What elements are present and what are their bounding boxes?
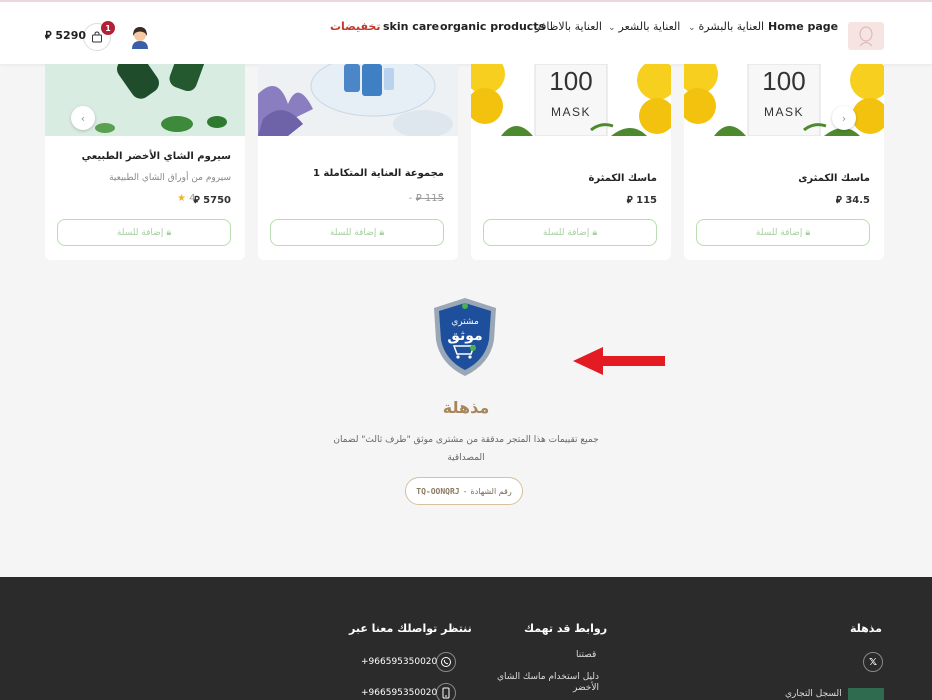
mask-number-text: 100 [549, 66, 592, 96]
footer-links-heading: روابط قد تهمك [524, 622, 608, 635]
currency-icon: ⃁ [835, 195, 842, 206]
whatsapp-icon[interactable] [436, 652, 456, 672]
product-price: 34.5 ⃁ [836, 193, 870, 206]
footer-contact-heading: ننتظر تواصلك معنا عبر [349, 622, 472, 635]
cart-total-value: 5290 [55, 29, 87, 42]
add-to-cart-button[interactable]: 🔒︎ إضافة للسلة [57, 219, 231, 246]
add-to-cart-button[interactable]: 🔒︎ إضافة للسلة [696, 219, 870, 246]
product-description: سيروم من أوراق الشاي الطبيعية [109, 173, 231, 183]
product-name[interactable]: مجموعة العناية المتكاملة 1 [313, 168, 444, 179]
pointer-arrow-icon [573, 347, 667, 375]
nav-organic-products[interactable]: organic products [440, 20, 545, 33]
product-price: 5750 ⃁ [194, 193, 231, 206]
price-separator: - [408, 193, 413, 204]
x-twitter-icon[interactable]: 𝕏 [863, 652, 883, 672]
lock-icon: 🔒︎ [592, 227, 598, 238]
currency-icon: ⃁ [45, 29, 52, 42]
certificate-pill[interactable]: رقم الشهادة - TQ-OONQRJ [405, 477, 523, 505]
user-avatar-icon[interactable] [127, 24, 153, 50]
nav-skin-care-label: العناية بالبشرة [698, 20, 765, 33]
footer-link-usage-guide[interactable]: دليل استخدام ماسك الشاي الأخضر [479, 672, 599, 694]
currency-icon: ⃁ [415, 193, 422, 204]
badge-line1-text: مشتري [451, 317, 479, 327]
product-name[interactable]: ماسك الكمثرة [589, 173, 657, 184]
product-card[interactable]: مجموعة العناية المتكاملة 1 115 ⃁ - 🔒︎ إض… [258, 64, 458, 260]
product-image[interactable]: 100 MASK [684, 64, 884, 136]
product-image[interactable]: 100 MASK [471, 64, 671, 136]
product-rating: ★ 4 [177, 193, 196, 204]
slider-next-arrow-icon[interactable]: › [832, 106, 856, 130]
mobile-phone-icon[interactable] [436, 683, 456, 700]
commercial-register-label: السجل التجاري [785, 689, 842, 699]
add-to-cart-label: إضافة للسلة [329, 227, 377, 238]
old-price: 115 ⃁ [416, 193, 444, 204]
chevron-down-icon: ⌄ [688, 23, 696, 33]
nav-home[interactable]: Home page [768, 20, 838, 33]
trust-description: جميع تقييمات هذا المتجر مدققة من مشترى م… [333, 435, 599, 463]
store-logo[interactable] [848, 22, 884, 50]
product-price: 115 ⃁ [627, 193, 657, 206]
add-to-cart-label: إضافة للسلة [542, 227, 590, 238]
certificate-code: TQ-OONQRJ [416, 486, 460, 496]
currency-icon: ⃁ [626, 195, 633, 206]
nav-skin-care[interactable]: العناية بالبشرة⌄ [688, 20, 764, 33]
star-icon: ★ [177, 193, 186, 204]
product-name[interactable]: سيروم الشاي الأخضر الطبيعي [82, 151, 231, 162]
old-price-value: 115 [424, 193, 444, 204]
commercial-register-logo [848, 688, 884, 700]
add-to-cart-label: إضافة للسلة [116, 227, 164, 238]
nav-hair-care[interactable]: العناية بالشعر⌄ [608, 20, 680, 33]
rating-value: 4 [189, 193, 196, 204]
site-footer: مذهلة 𝕏 السجل التجاري روابط قد تهمك قصتن… [0, 577, 932, 700]
add-to-cart-button[interactable]: 🔒︎ إضافة للسلة [483, 219, 657, 246]
product-card[interactable]: ‹ سيروم الشاي الأخضر الطبيعي سيروم من أو… [45, 64, 245, 260]
footer-brand: مذهلة [850, 622, 882, 635]
mask-number-text: 100 [762, 66, 805, 96]
lock-icon: 🔒︎ [379, 227, 385, 238]
certificate-label: رقم الشهادة [470, 486, 512, 496]
chevron-down-icon: ⌄ [608, 23, 616, 33]
nav-skin-care-en[interactable]: skin care [383, 20, 439, 33]
product-image[interactable] [258, 64, 458, 136]
price-value: 5750 [203, 195, 231, 206]
cart-count-badge: 1 [101, 21, 115, 35]
price-value: 34.5 [845, 195, 870, 206]
product-name[interactable]: ماسك الكمثرى [798, 173, 870, 184]
footer-link-our-story[interactable]: قصتنا [576, 650, 596, 660]
nav-sale[interactable]: تخفيضات [330, 20, 381, 33]
mobile-phone-number[interactable]: +966595350020 [361, 688, 437, 698]
product-price: 115 ⃁ - [409, 191, 444, 204]
shopping-bag-icon [92, 31, 102, 43]
add-to-cart-label: إضافة للسلة [755, 227, 803, 238]
certificate-separator: - [463, 486, 467, 496]
lock-icon: 🔒︎ [166, 227, 172, 238]
whatsapp-phone[interactable]: +966595350020 [361, 657, 437, 667]
mask-label-text: MASK [551, 105, 591, 119]
verified-buyer-shield-badge[interactable]: مشتري موثق [430, 296, 500, 378]
cart-total: 5290 ⃁ [45, 29, 86, 43]
logo-face-icon [859, 26, 873, 47]
add-to-cart-button[interactable]: 🔒︎ إضافة للسلة [270, 219, 444, 246]
mask-label-text: MASK [764, 105, 804, 119]
nav-hair-care-label: العناية بالشعر [618, 20, 681, 33]
price-value: 115 [636, 195, 657, 206]
trust-title: مذهلة [442, 398, 490, 417]
product-card[interactable]: 100 MASK › ماسك الكمثرى 34.5 ⃁ 🔒︎ إضافة … [684, 64, 884, 260]
slider-prev-arrow-icon[interactable]: ‹ [71, 106, 95, 130]
site-header: Home page العناية بالبشرة⌄ العناية بالشع… [0, 0, 932, 64]
lock-icon: 🔒︎ [805, 227, 811, 238]
product-card[interactable]: 100 MASK ماسك الكمثرة 115 ⃁ 🔒︎ إضافة للس… [471, 64, 671, 260]
badge-line2-text: موثق [447, 328, 482, 344]
